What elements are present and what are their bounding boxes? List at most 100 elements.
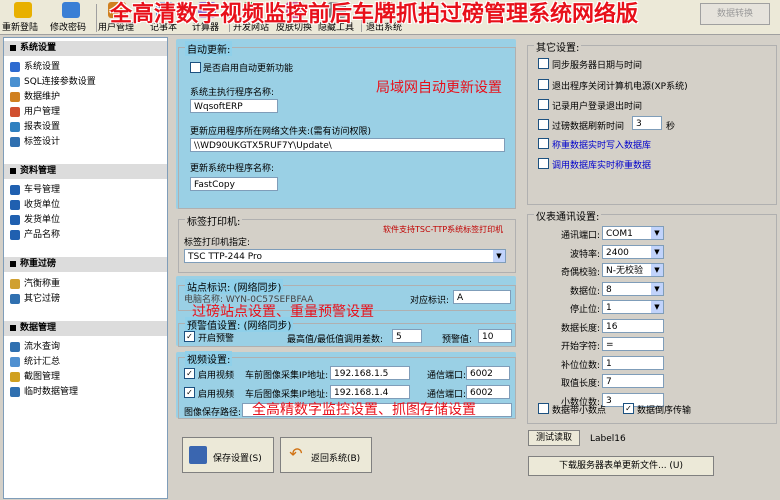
sidebar-item-receiver[interactable]: 收货单位	[10, 199, 60, 211]
key-icon	[14, 2, 32, 18]
back-arrow-icon: ↶	[289, 444, 303, 463]
sidebar-section-data[interactable]: 资料管理	[4, 164, 167, 179]
log-login-label: 记录用户登录退出时间	[552, 102, 643, 112]
shutdown-label: 退出程序关闭计算机电源(XP系统)	[552, 82, 688, 92]
sidebar-item-label: 收货单位	[24, 200, 61, 210]
sidebar-item-temp-data[interactable]: 临时数据管理	[10, 386, 78, 398]
sidebar: 系统设置 系统设置 SQL连接参数设置 数据维护 用户管理 报表设置 标签设计 …	[3, 37, 168, 499]
chevron-down-icon: ▼	[651, 245, 663, 258]
sidebar-item-label: 用户管理	[24, 107, 61, 117]
sidebar-item-label: 截图管理	[24, 372, 61, 382]
sidebar-item-sender[interactable]: 发货单位	[10, 214, 60, 226]
printer-select[interactable]: TSC TTP-244 Pro ▼	[184, 249, 506, 263]
folder-input[interactable]: \\WD90UKGTX5RUF7Y\Update\	[190, 138, 505, 152]
data-convert-button[interactable]: 数据转换	[700, 3, 770, 25]
save-settings-button[interactable]: 保存设置(S)	[182, 437, 274, 473]
chevron-down-icon: ▼	[493, 250, 505, 262]
warning-enable-label: 开启预警	[198, 334, 235, 344]
back-system-button[interactable]: ↶ 返回系统(B)	[280, 437, 372, 473]
sidebar-item-label: 产品名称	[24, 230, 61, 240]
sidebar-item-screenshots[interactable]: 截图管理	[10, 371, 60, 383]
auto-update-checkbox[interactable]	[190, 62, 201, 73]
front-ip-input[interactable]: 192.168.1.5	[330, 366, 410, 380]
test-read-button[interactable]: 测试读取	[528, 430, 580, 446]
refresh-checkbox[interactable]	[538, 119, 549, 130]
instrument-field-input[interactable]: 1	[602, 355, 664, 370]
sidebar-item-maintenance[interactable]: 数据维护	[10, 91, 60, 103]
diff-input[interactable]: 5	[392, 329, 422, 343]
sidebar-item-product[interactable]: 产品名称	[10, 229, 60, 241]
instrument-field-input[interactable]: 7	[602, 374, 664, 388]
log-login-checkbox[interactable]	[538, 99, 549, 110]
maintenance-icon	[10, 91, 20, 102]
instrument-field-label: 波特率:	[569, 249, 600, 260]
write-db-label: 称重数据实时写入数据库	[552, 141, 652, 151]
sidebar-item-vehicle[interactable]: 车号管理	[10, 184, 60, 196]
product-icon	[10, 229, 20, 240]
screenshot-icon	[10, 371, 20, 382]
printer-label: 标签打印机指定:	[184, 238, 251, 248]
sidebar-item-label: 车号管理	[24, 185, 61, 195]
sidebar-item-query[interactable]: 流水查询	[10, 341, 60, 353]
station-id-input[interactable]: A	[453, 290, 511, 304]
download-update-button[interactable]: 下载服务器表单更新文件... (U)	[528, 456, 714, 476]
instrument-field-select[interactable]: 8 ▼	[602, 281, 664, 296]
sender-icon	[10, 214, 20, 225]
instrument-field-label: 开始字符:	[560, 342, 600, 352]
instrument-field-select[interactable]: COM1 ▼	[602, 226, 664, 240]
instrument-field-input[interactable]: =	[602, 337, 664, 351]
rear-port-input[interactable]: 6002	[466, 385, 510, 399]
refresh-input[interactable]: 3	[632, 116, 662, 130]
printer-select-value: TSC TTP-244 Pro	[188, 252, 262, 262]
instrument-field-input[interactable]: 16	[602, 318, 664, 333]
chevron-down-icon: ▼	[651, 282, 663, 295]
sidebar-section-weighing[interactable]: 称重过磅	[4, 257, 167, 272]
front-port-label: 通信端口:	[427, 371, 467, 381]
sidebar-item-other-weighing[interactable]: 其它过磅	[10, 293, 60, 305]
settings-icon	[10, 61, 20, 72]
change-password-button[interactable]: 修改密码	[50, 20, 86, 33]
receiver-icon	[10, 199, 20, 210]
instrument-title: 仪表通讯设置:	[534, 208, 602, 223]
auto-update-enable-label: 是否启用自动更新功能	[203, 64, 294, 74]
rear-video-checkbox[interactable]: ✓	[184, 387, 195, 398]
warning-checkbox[interactable]: ✓	[184, 331, 195, 342]
label-design-icon	[10, 136, 20, 147]
instrument-field-select[interactable]: 1 ▼	[602, 300, 664, 314]
auto-update-title: 自动更新:	[185, 41, 233, 56]
copy-input[interactable]: FastCopy	[190, 177, 278, 191]
instrument-field-select[interactable]: N-无校验 ▼	[602, 263, 664, 277]
chevron-down-icon: ▼	[651, 264, 663, 276]
write-db-checkbox[interactable]	[538, 138, 549, 149]
reverse-checkbox[interactable]: ✓	[623, 403, 634, 414]
sidebar-item-label: 统计汇总	[24, 357, 61, 367]
sidebar-section-records[interactable]: 数据管理	[4, 321, 167, 336]
sync-time-checkbox[interactable]	[538, 58, 549, 69]
station-id-label: 对应标识:	[410, 296, 450, 306]
sidebar-item-users[interactable]: 用户管理	[10, 106, 60, 118]
read-db-checkbox[interactable]	[538, 158, 549, 169]
section-title: 系统设置	[20, 43, 57, 53]
instrument-field-select[interactable]: 2400 ▼	[602, 244, 664, 259]
sidebar-item-summary[interactable]: 统计汇总	[10, 356, 60, 368]
front-port-input[interactable]: 6002	[466, 366, 510, 380]
rear-ip-input[interactable]: 192.168.1.4	[330, 385, 410, 399]
sidebar-item-label: 汽衡称重	[24, 279, 61, 289]
instrument-field-label: 停止位:	[569, 305, 600, 315]
sidebar-item-report[interactable]: 报表设置	[10, 121, 60, 133]
sidebar-item-truck-weighing[interactable]: 汽衡称重	[10, 278, 60, 290]
sidebar-item-label-design[interactable]: 标签设计	[10, 136, 60, 148]
sidebar-section-system[interactable]: 系统设置	[4, 41, 167, 56]
exe-input[interactable]: WqsoftERP	[190, 99, 278, 113]
warn-value-input[interactable]: 10	[478, 329, 512, 343]
front-video-checkbox[interactable]: ✓	[184, 368, 195, 379]
shutdown-checkbox[interactable]	[538, 79, 549, 90]
relogin-button[interactable]: 重新登陆	[2, 20, 38, 33]
scale-icon	[10, 278, 20, 289]
sidebar-item-system-settings[interactable]: 系统设置	[10, 61, 60, 73]
decimal-checkbox[interactable]	[538, 403, 549, 414]
other-settings-title: 其它设置:	[534, 39, 582, 54]
instrument-field-label: 取值长度:	[560, 379, 600, 389]
sidebar-item-label: 系统设置	[24, 62, 61, 72]
sidebar-item-sql[interactable]: SQL连接参数设置	[10, 76, 96, 88]
